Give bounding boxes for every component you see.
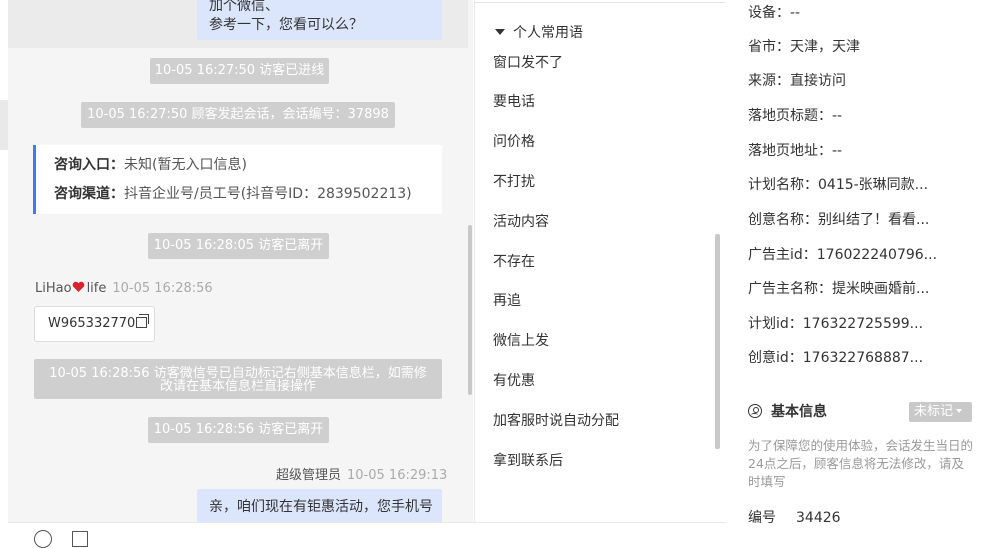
agent-message-time: 10-05 16:29:13 — [347, 468, 448, 483]
info-advertiser-id: 广告主id：176022240796... — [748, 247, 938, 263]
previous-message-bubble: 加个微信、 参考一下，您看可以么？ — [197, 0, 442, 40]
phrase-item[interactable]: 活动内容 — [493, 211, 549, 231]
chat-input-toolbar — [8, 522, 726, 548]
phrases-panel: 个人常用语 窗口发不了 要电话 问价格 不打扰 活动内容 不存在 再追 微信上发… — [474, 0, 727, 522]
phrase-item[interactable]: 问价格 — [493, 131, 535, 151]
info-region: 省市：天津，天津 — [748, 39, 860, 55]
system-message-session-start: 10-05 16:27:50 顾客发起会话，会话编号：37898 — [81, 102, 395, 128]
info-creative-id: 创意id：176322768887... — [748, 350, 924, 366]
consult-channel-value: 抖音企业号/员工号(抖音号ID：2839502213) — [124, 186, 412, 202]
edit-notice: 为了保障您的使用体验，会话发生当日的24点之后，顾客信息将无法修改，请及时填写 — [748, 438, 974, 489]
agent-message-bubble: 亲，咱们现在有钜惠活动，您手机号 — [197, 489, 442, 522]
info-device: 设备：-- — [748, 5, 801, 21]
consult-entry-row: 咨询入口：未知(暂无入口信息) — [54, 151, 442, 180]
info-creative-name: 创意名称：别纠结了！看看... — [748, 212, 930, 228]
info-plan-id: 计划id：176322725599... — [748, 316, 924, 332]
info-plan-name: 计划名称：0415-张琳同款... — [748, 177, 929, 193]
phrase-item[interactable]: 不存在 — [493, 251, 535, 271]
caret-down-icon — [495, 29, 505, 35]
consult-channel-row: 咨询渠道：抖音企业号/员工号(抖音号ID：2839502213) — [54, 180, 442, 209]
consult-entry-label: 咨询入口： — [54, 157, 124, 173]
visitor-sender: LiHao life 10-05 16:28:56 — [35, 281, 213, 296]
info-landing-title: 落地页标题：-- — [748, 108, 843, 124]
phrases-scrollbar[interactable] — [715, 234, 720, 449]
agent-sender: 超级管理员 10-05 16:29:13 — [276, 464, 447, 483]
basic-info-title-text: 基本信息 — [771, 404, 827, 420]
phrase-item[interactable]: 加客服时说自动分配 — [493, 410, 619, 430]
consult-entry-value: 未知(暂无入口信息) — [124, 157, 247, 173]
visitor-message-time: 10-05 16:28:56 — [112, 281, 213, 296]
agent-name: 超级管理员 — [276, 468, 342, 483]
left-gutter — [0, 0, 8, 537]
system-message-left-1: 10-05 16:28:05 访客已离开 — [148, 233, 329, 259]
serial-value: 34426 — [796, 510, 841, 526]
previous-message-line1: 加个微信、 — [209, 0, 279, 14]
triangle-down-icon — [956, 409, 963, 413]
phrase-group-title: 个人常用语 — [513, 25, 583, 41]
phrase-item[interactable]: 有优惠 — [493, 370, 535, 390]
mark-dropdown[interactable]: 未标记 — [909, 402, 972, 422]
system-message-left-2: 10-05 16:28:56 访客已离开 — [148, 417, 329, 443]
chat-scrollbar[interactable] — [468, 225, 472, 395]
consult-info-card: 咨询入口：未知(暂无入口信息) 咨询渠道：抖音企业号/员工号(抖音号ID：283… — [33, 145, 442, 214]
phrase-item[interactable]: 要电话 — [493, 91, 535, 111]
serial-row: 编号 34426 — [748, 507, 841, 527]
collapsed-tab[interactable] — [0, 100, 8, 150]
info-landing-url: 落地页地址：-- — [748, 143, 843, 159]
phrase-item[interactable]: 微信上发 — [493, 330, 549, 350]
visitor-name-part1: LiHao — [35, 281, 72, 296]
info-source: 来源：直接访问 — [748, 73, 846, 89]
heart-icon — [72, 281, 84, 292]
emoji-icon[interactable] — [34, 530, 52, 548]
copy-icon[interactable] — [136, 314, 150, 328]
previous-message-line2: 参考一下，您看可以么？ — [209, 17, 363, 33]
wechat-id-text: W965332770 — [48, 316, 136, 331]
basic-info-title: 基本信息 — [748, 401, 827, 421]
agent-message-line1: 亲，咱们现在有钜惠活动，您手机号 — [209, 499, 433, 515]
chat-panel: 加个微信、 参考一下，您看可以么？ 10-05 16:27:50 访客已进线 1… — [8, 0, 473, 522]
mark-dropdown-label: 未标记 — [914, 404, 954, 419]
phrase-item[interactable]: 不打扰 — [493, 171, 535, 191]
phrase-group-personal[interactable]: 个人常用语 — [495, 22, 583, 42]
visitor-info-panel: 设备：-- 省市：天津，天津 来源：直接访问 落地页标题：-- 落地页地址：--… — [726, 0, 982, 537]
system-message-wechat-line2: 改请在基本信息栏直接操作 — [159, 379, 316, 394]
consult-channel-label: 咨询渠道： — [54, 186, 124, 202]
info-advertiser-name: 广告主名称：提米映画婚前... — [748, 281, 930, 297]
visitor-name-part2: life — [86, 281, 107, 296]
system-message-entered: 10-05 16:27:50 访客已进线 — [150, 58, 329, 84]
phrase-item[interactable]: 拿到联系后 — [493, 450, 563, 470]
serial-label: 编号 — [748, 510, 776, 526]
phrases-top-divider — [475, 2, 725, 3]
phrase-item[interactable]: 再追 — [493, 290, 521, 310]
system-message-wechat-marked: 10-05 16:28:56 访客微信号已自动标记右侧基本信息栏，如需修 改请在… — [34, 359, 442, 399]
wechat-id-message[interactable]: W965332770 — [34, 306, 155, 342]
user-icon — [748, 404, 762, 418]
image-icon[interactable] — [72, 531, 88, 547]
phrase-item[interactable]: 窗口发不了 — [493, 52, 563, 72]
